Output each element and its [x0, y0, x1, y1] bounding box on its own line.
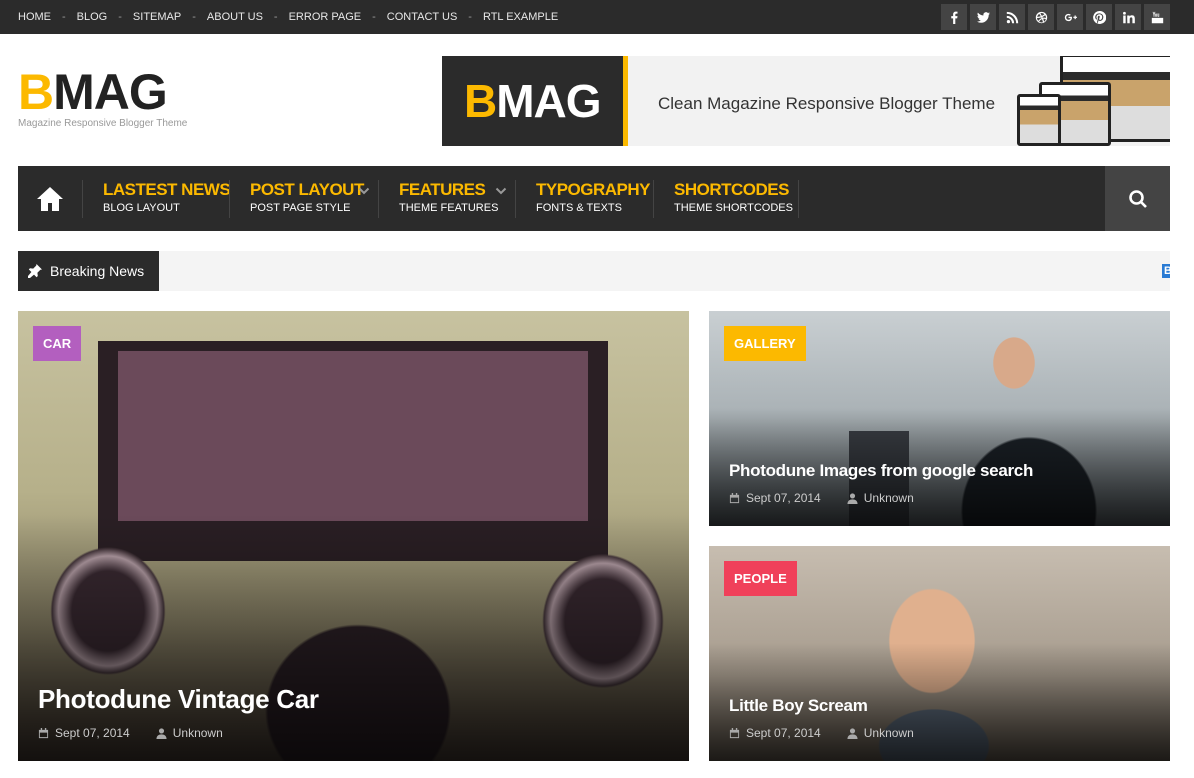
user-icon: [156, 727, 167, 739]
post-meta: Sept 07, 2014 Unknown: [729, 491, 914, 505]
user-icon: [847, 492, 858, 504]
search-icon: [1128, 189, 1147, 208]
logo-mark-initial: B: [18, 64, 54, 120]
featured-post-large[interactable]: CAR Photodune Vintage Car Sept 07, 2014 …: [18, 311, 689, 761]
nav-item-title: LASTEST NEWS: [103, 180, 231, 199]
top-nav-home[interactable]: HOME: [18, 11, 51, 23]
header-banner[interactable]: BMAG Clean Magazine Responsive Blogger T…: [442, 56, 1170, 146]
nav-item-features[interactable]: FEATURES THEME FEATURES: [378, 180, 516, 218]
banner-device-phone: [1017, 94, 1061, 146]
featured-post[interactable]: GALLERY Photodune Images from google sea…: [709, 311, 1170, 526]
breaking-news-text: Breaking News: [50, 263, 145, 279]
home-icon[interactable]: [18, 166, 82, 231]
nav-item-typography[interactable]: TYPOGRAPHY FONTS & TEXTS: [515, 180, 651, 218]
top-nav-about-us[interactable]: ABOUT US: [207, 11, 263, 23]
banner-text: Clean Magazine Responsive Blogger Theme: [658, 94, 996, 113]
breaking-ticker-item[interactable]: B: [1162, 264, 1170, 278]
top-nav-separator: -: [118, 11, 122, 23]
dribbble-icon[interactable]: [1028, 4, 1054, 30]
post-date: Sept 07, 2014: [55, 726, 130, 740]
breaking-news-bar: Breaking News B: [18, 251, 1170, 291]
nav-item-latest-news[interactable]: LASTEST NEWS BLOG LAYOUT: [82, 180, 231, 218]
breaking-news-label: Breaking News: [18, 251, 159, 291]
calendar-icon: [729, 492, 740, 503]
pinterest-icon[interactable]: [1086, 4, 1112, 30]
nav-item-shortcodes[interactable]: SHORTCODES THEME SHORTCODES: [653, 180, 799, 218]
top-nav-separator: -: [192, 11, 196, 23]
post-meta: Sept 07, 2014 Unknown: [729, 726, 914, 740]
user-icon: [847, 727, 858, 739]
logo-tagline: Magazine Responsive Blogger Theme: [18, 118, 188, 129]
google-plus-icon[interactable]: [1057, 4, 1083, 30]
top-nav-separator: -: [273, 11, 278, 23]
nav-item-subtitle: POST PAGE STYLE: [250, 202, 351, 214]
post-author[interactable]: Unknown: [864, 491, 914, 505]
top-bar: HOME - BLOG - SITEMAP - ABOUT US - ERROR…: [0, 0, 1194, 34]
chevron-down-icon: [495, 184, 507, 196]
category-badge[interactable]: CAR: [33, 326, 82, 361]
banner-logo-rest: MAG: [496, 75, 601, 127]
post-date: Sept 07, 2014: [746, 491, 821, 505]
banner-logo-initial: B: [464, 75, 497, 127]
top-nav-blog[interactable]: BLOG: [77, 11, 108, 23]
main-nav: LASTEST NEWS BLOG LAYOUT POST LAYOUT POS…: [18, 166, 1170, 231]
logo-mark: BMAG: [18, 66, 187, 118]
calendar-icon: [38, 727, 49, 738]
nav-item-subtitle: THEME FEATURES: [399, 202, 499, 214]
facebook-icon[interactable]: [941, 4, 967, 30]
top-nav-separator: -: [468, 11, 472, 23]
top-nav-error-page[interactable]: ERROR PAGE: [289, 11, 362, 23]
post-author[interactable]: Unknown: [864, 726, 914, 740]
nav-item-title: SHORTCODES: [674, 180, 789, 199]
post-title[interactable]: Photodune Images from google search: [729, 461, 1033, 481]
post-title[interactable]: Little Boy Scream: [729, 696, 868, 716]
post-meta: Sept 07, 2014 Unknown: [38, 726, 223, 740]
youtube-icon[interactable]: [1144, 4, 1170, 30]
nav-item-subtitle: BLOG LAYOUT: [103, 202, 180, 214]
nav-item-title: TYPOGRAPHY: [536, 180, 651, 199]
site-logo[interactable]: BMAG Magazine Responsive Blogger Theme: [18, 66, 187, 129]
top-nav-rtl-example[interactable]: RTL EXAMPLE: [483, 11, 558, 23]
featured-post[interactable]: PEOPLE Little Boy Scream Sept 07, 2014 U…: [709, 546, 1170, 761]
banner-logo-panel: BMAG: [442, 56, 628, 146]
chevron-down-icon: [358, 184, 370, 196]
top-nav-contact-us[interactable]: CONTACT US: [387, 11, 458, 23]
top-nav: HOME - BLOG - SITEMAP - ABOUT US - ERROR…: [18, 0, 558, 34]
nav-item-subtitle: FONTS & TEXTS: [536, 202, 622, 214]
twitter-icon[interactable]: [970, 4, 996, 30]
nav-item-subtitle: THEME SHORTCODES: [674, 202, 793, 214]
category-badge[interactable]: PEOPLE: [724, 561, 797, 596]
calendar-icon: [729, 727, 740, 738]
post-title[interactable]: Photodune Vintage Car: [38, 684, 319, 715]
top-nav-sitemap[interactable]: SITEMAP: [133, 11, 181, 23]
social-links: [941, 4, 1170, 30]
linkedin-icon[interactable]: [1115, 4, 1141, 30]
nav-item-post-layout[interactable]: POST LAYOUT POST PAGE STYLE: [229, 180, 379, 218]
banner-logo: BMAG: [464, 75, 602, 127]
top-nav-separator: -: [372, 11, 376, 23]
top-nav-separator: -: [62, 11, 66, 23]
category-badge[interactable]: GALLERY: [724, 326, 806, 361]
logo-mark-rest: MAG: [53, 64, 168, 120]
pin-icon: [28, 264, 42, 278]
search-button[interactable]: [1105, 166, 1170, 231]
rss-icon[interactable]: [999, 4, 1025, 30]
post-author[interactable]: Unknown: [173, 726, 223, 740]
post-date: Sept 07, 2014: [746, 726, 821, 740]
